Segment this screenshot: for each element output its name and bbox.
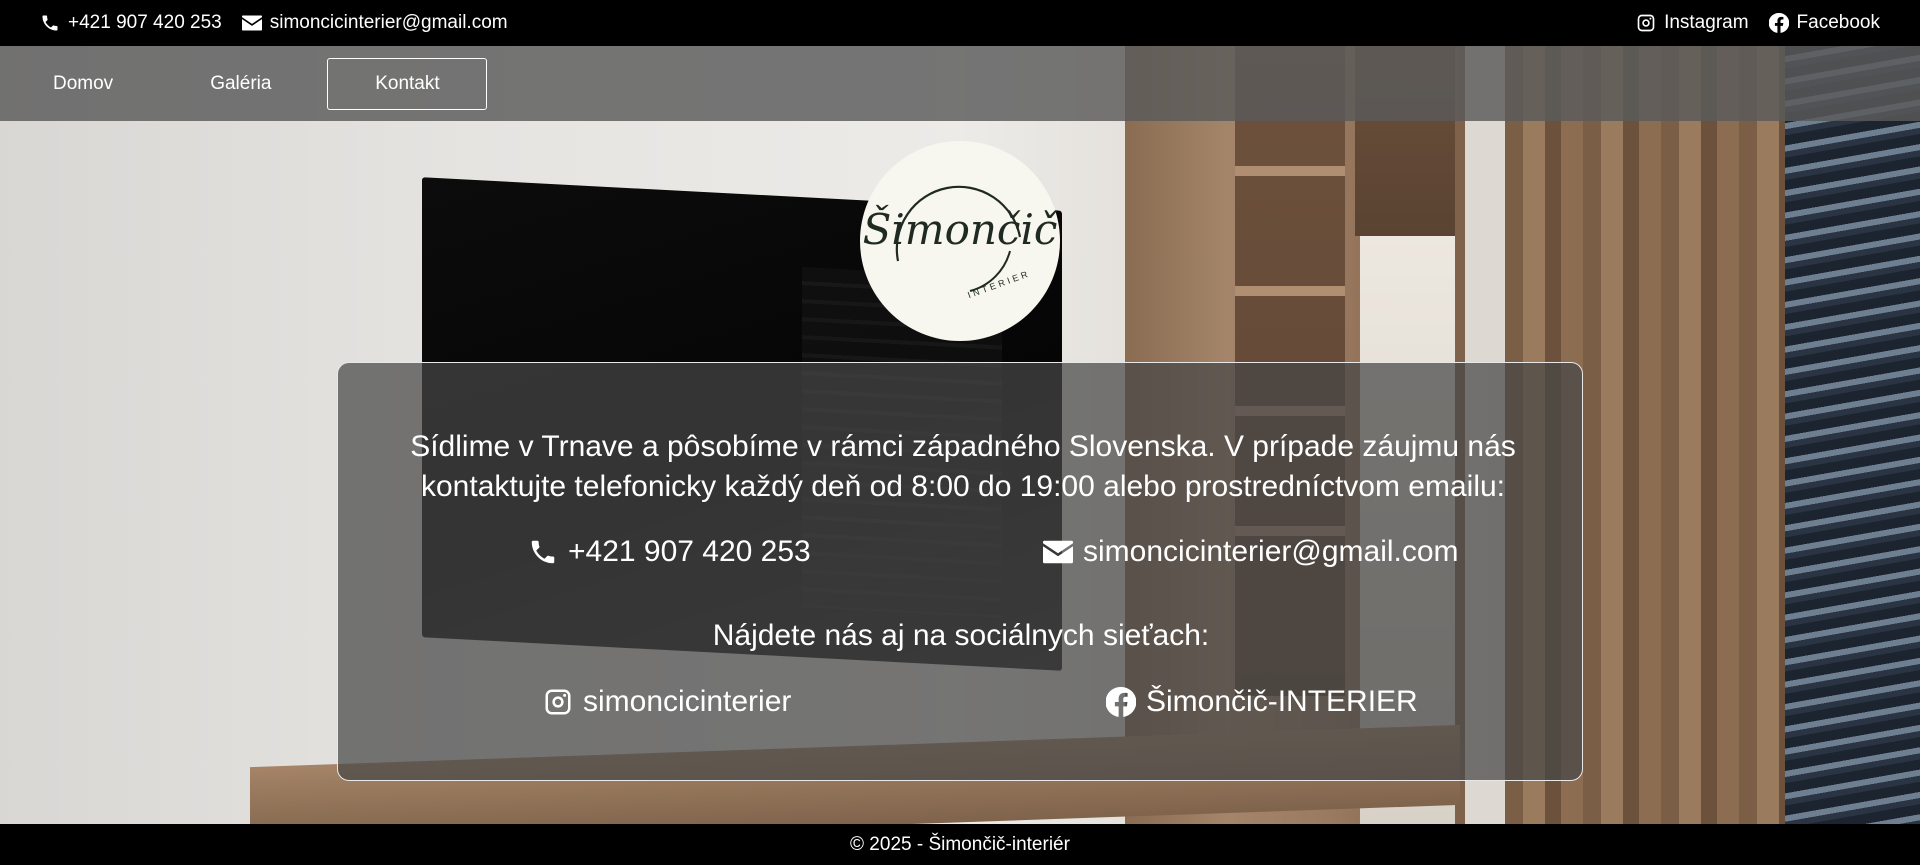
contact-phone-link[interactable]: +421 907 420 253 xyxy=(528,535,811,569)
brand-logo: Šimončič INTERIER xyxy=(860,141,1060,341)
topbar-instagram-link[interactable]: Instagram xyxy=(1636,12,1749,34)
svg-text:Šimončič: Šimončič xyxy=(863,204,1058,254)
main-navigation: Domov Galéria Kontakt xyxy=(0,46,1920,121)
instagram-icon xyxy=(543,687,573,717)
window-blinds-decor xyxy=(1785,46,1920,824)
nav-item-domov[interactable]: Domov xyxy=(12,58,154,110)
contact-intro-text: Sídlime v Trnave a pôsobíme v rámci zápa… xyxy=(410,430,1516,503)
topbar-facebook-link[interactable]: Facebook xyxy=(1768,12,1880,34)
envelope-icon xyxy=(1043,540,1073,564)
nav-item-kontakt[interactable]: Kontakt xyxy=(327,57,488,110)
phone-icon xyxy=(528,537,558,567)
instagram-icon xyxy=(1636,13,1656,33)
topbar-instagram-label: Instagram xyxy=(1664,12,1749,33)
envelope-icon xyxy=(241,15,262,31)
contact-email-text: simoncicinterier@gmail.com xyxy=(1083,535,1459,568)
site-footer: © 2025 - Šimončič-interiér xyxy=(0,824,1920,865)
phone-icon xyxy=(40,13,60,33)
topbar-social-group: Instagram Facebook xyxy=(1636,12,1880,34)
facebook-icon xyxy=(1106,687,1136,717)
top-contact-bar: +421 907 420 253 simoncicinterier@gmail.… xyxy=(0,0,1920,46)
topbar-contact-group: +421 907 420 253 simoncicinterier@gmail.… xyxy=(40,12,508,34)
social-heading: Nájdete nás aj na sociálnych sieťach: xyxy=(712,619,1210,652)
contact-email-link[interactable]: simoncicinterier@gmail.com xyxy=(1043,535,1459,569)
topbar-phone-text: +421 907 420 253 xyxy=(68,12,222,33)
topbar-phone-link[interactable]: +421 907 420 253 xyxy=(40,12,222,34)
topbar-facebook-label: Facebook xyxy=(1796,12,1880,33)
footer-copyright: © 2025 - Šimončič-interiér xyxy=(850,833,1070,855)
nav-item-galeria[interactable]: Galéria xyxy=(169,58,312,110)
contact-facebook-handle: Šimončič-INTERIER xyxy=(1146,685,1418,718)
contact-phone-text: +421 907 420 253 xyxy=(568,535,811,568)
contact-instagram-handle: simoncicinterier xyxy=(583,685,792,718)
topbar-email-link[interactable]: simoncicinterier@gmail.com xyxy=(241,12,508,34)
contact-card: Sídlime v Trnave a pôsobíme v rámci zápa… xyxy=(337,362,1583,781)
topbar-email-text: simoncicinterier@gmail.com xyxy=(269,12,508,33)
contact-facebook-link[interactable]: Šimončič-INTERIER xyxy=(1106,685,1418,719)
facebook-icon xyxy=(1768,13,1789,33)
contact-instagram-link[interactable]: simoncicinterier xyxy=(543,685,791,719)
